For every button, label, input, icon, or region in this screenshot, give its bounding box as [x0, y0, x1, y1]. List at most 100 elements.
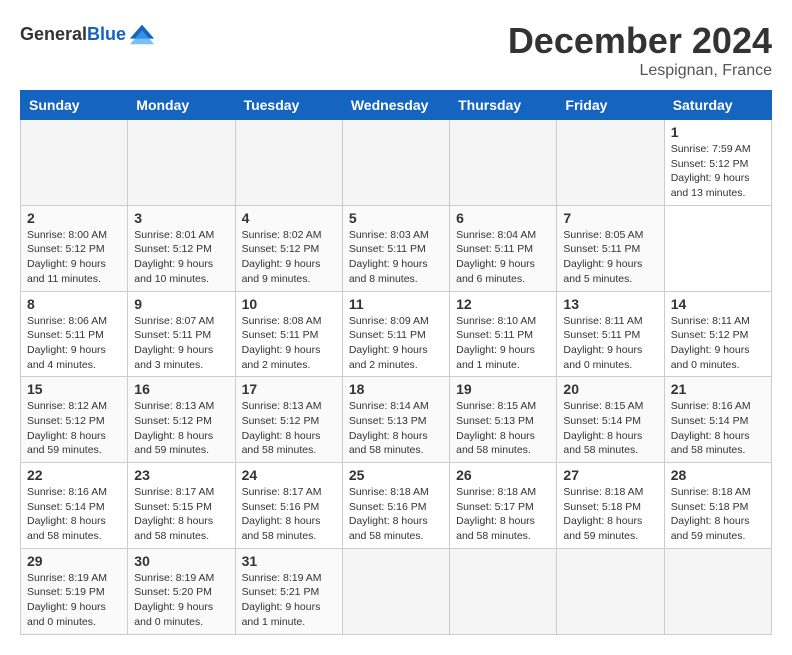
day-number: 1 — [671, 124, 765, 140]
day-of-week-header: Tuesday — [235, 91, 342, 120]
day-info: Sunrise: 8:10 AMSunset: 5:11 PMDaylight:… — [456, 314, 550, 373]
day-number: 21 — [671, 381, 765, 397]
day-info: Sunrise: 8:01 AMSunset: 5:12 PMDaylight:… — [134, 228, 228, 287]
calendar-day-cell: 26Sunrise: 8:18 AMSunset: 5:17 PMDayligh… — [450, 463, 557, 549]
logo-blue-text: Blue — [87, 24, 126, 44]
day-number: 26 — [456, 467, 550, 483]
day-number: 20 — [563, 381, 657, 397]
day-number: 31 — [242, 553, 336, 569]
day-number: 16 — [134, 381, 228, 397]
day-number: 3 — [134, 210, 228, 226]
calendar-day-cell: 14Sunrise: 8:11 AMSunset: 5:12 PMDayligh… — [664, 291, 771, 377]
day-number: 27 — [563, 467, 657, 483]
calendar-week-row: 15Sunrise: 8:12 AMSunset: 5:12 PMDayligh… — [21, 377, 772, 463]
day-info: Sunrise: 8:02 AMSunset: 5:12 PMDaylight:… — [242, 228, 336, 287]
day-info: Sunrise: 8:18 AMSunset: 5:18 PMDaylight:… — [563, 485, 657, 544]
day-number: 17 — [242, 381, 336, 397]
calendar-day-cell: 23 Sunrise: 8:17 AMSunset: 5:15 PMDayligh… — [128, 463, 235, 549]
day-info: Sunrise: 8:05 AMSunset: 5:11 PMDaylight:… — [563, 228, 657, 287]
calendar-week-row: 2Sunrise: 8:00 AMSunset: 5:12 PMDaylight… — [21, 205, 772, 291]
calendar-day-cell: 10 Sunrise: 8:08 AMSunset: 5:11 PMDayligh… — [235, 291, 342, 377]
day-info: Sunrise: 8:19 AMSunset: 5:20 PMDaylight:… — [134, 571, 228, 630]
calendar-day-cell: 16Sunrise: 8:13 AMSunset: 5:12 PMDayligh… — [128, 377, 235, 463]
day-number: 24 — [242, 467, 336, 483]
calendar-day-cell: 18Sunrise: 8:14 AMSunset: 5:13 PMDayligh… — [342, 377, 449, 463]
day-number: 10 — [242, 296, 336, 312]
day-info: Sunrise: 8:14 AMSunset: 5:13 PMDaylight:… — [349, 399, 443, 458]
calendar-day-cell: 8 Sunrise: 8:06 AMSunset: 5:11 PMDaylight… — [21, 291, 128, 377]
day-info: Sunrise: 8:00 AMSunset: 5:12 PMDaylight:… — [27, 228, 121, 287]
calendar-day-cell: 25 Sunrise: 8:18 AMSunset: 5:16 PMDayligh… — [342, 463, 449, 549]
calendar-day-cell: 12 Sunrise: 8:10 AMSunset: 5:11 PMDayligh… — [450, 291, 557, 377]
day-info: Sunrise: 8:12 AMSunset: 5:12 PMDaylight:… — [27, 399, 121, 458]
location: Lespignan, France — [508, 62, 772, 80]
day-info: Sunrise: 8:18 AMSunset: 5:16 PMDaylight:… — [349, 485, 443, 544]
calendar-day-cell: 1 Sunrise: 7:59 AMSunset: 5:12 PMDaylight… — [664, 120, 771, 206]
calendar-day-cell: 9Sunrise: 8:07 AMSunset: 5:11 PMDaylight… — [128, 291, 235, 377]
day-info: Sunrise: 8:09 AMSunset: 5:11 PMDaylight:… — [349, 314, 443, 373]
day-info: Sunrise: 8:08 AMSunset: 5:11 PMDaylight:… — [242, 314, 336, 373]
calendar-day-cell: 15Sunrise: 8:12 AMSunset: 5:12 PMDayligh… — [21, 377, 128, 463]
calendar-day-cell — [342, 120, 449, 206]
day-info: Sunrise: 8:15 AMSunset: 5:13 PMDaylight:… — [456, 399, 550, 458]
calendar-day-cell — [557, 548, 664, 634]
day-number: 12 — [456, 296, 550, 312]
day-of-week-header: Thursday — [450, 91, 557, 120]
calendar-day-cell: 21 Sunrise: 8:16 AMSunset: 5:14 PMDayligh… — [664, 377, 771, 463]
day-info: Sunrise: 8:06 AMSunset: 5:11 PMDaylight:… — [27, 314, 121, 373]
day-number: 25 — [349, 467, 443, 483]
calendar-day-cell — [342, 548, 449, 634]
day-number: 7 — [563, 210, 657, 226]
calendar-day-cell — [450, 548, 557, 634]
day-of-week-header: Wednesday — [342, 91, 449, 120]
day-number: 30 — [134, 553, 228, 569]
day-info: Sunrise: 8:17 AMSunset: 5:15 PMDaylight:… — [134, 485, 228, 544]
day-of-week-header: Friday — [557, 91, 664, 120]
calendar-week-row: 22Sunrise: 8:16 AMSunset: 5:14 PMDayligh… — [21, 463, 772, 549]
calendar-day-cell: 30 Sunrise: 8:19 AMSunset: 5:20 PMDayligh… — [128, 548, 235, 634]
calendar-day-cell: 27 Sunrise: 8:18 AMSunset: 5:18 PMDayligh… — [557, 463, 664, 549]
calendar-day-cell: 3 Sunrise: 8:01 AMSunset: 5:12 PMDaylight… — [128, 205, 235, 291]
day-info: Sunrise: 7:59 AMSunset: 5:12 PMDaylight:… — [671, 142, 765, 201]
calendar-day-cell: 6Sunrise: 8:04 AMSunset: 5:11 PMDaylight… — [450, 205, 557, 291]
day-of-week-header: Monday — [128, 91, 235, 120]
day-info: Sunrise: 8:03 AMSunset: 5:11 PMDaylight:… — [349, 228, 443, 287]
day-info: Sunrise: 8:19 AMSunset: 5:19 PMDaylight:… — [27, 571, 121, 630]
calendar-day-cell — [557, 120, 664, 206]
day-info: Sunrise: 8:11 AMSunset: 5:12 PMDaylight:… — [671, 314, 765, 373]
calendar-header-row: SundayMondayTuesdayWednesdayThursdayFrid… — [21, 91, 772, 120]
calendar-day-cell: 19Sunrise: 8:15 AMSunset: 5:13 PMDayligh… — [450, 377, 557, 463]
calendar-day-cell: 13 Sunrise: 8:11 AMSunset: 5:11 PMDayligh… — [557, 291, 664, 377]
calendar-day-cell: 20 Sunrise: 8:15 AMSunset: 5:14 PMDayligh… — [557, 377, 664, 463]
day-number: 23 — [134, 467, 228, 483]
calendar-day-cell: 24 Sunrise: 8:17 AMSunset: 5:16 PMDayligh… — [235, 463, 342, 549]
day-info: Sunrise: 8:04 AMSunset: 5:11 PMDaylight:… — [456, 228, 550, 287]
calendar-day-cell: 31 Sunrise: 8:19 AMSunset: 5:21 PMDayligh… — [235, 548, 342, 634]
calendar-week-row: 1 Sunrise: 7:59 AMSunset: 5:12 PMDaylight… — [21, 120, 772, 206]
day-number: 13 — [563, 296, 657, 312]
logo: GeneralBlue — [20, 20, 156, 48]
calendar-day-cell: 11Sunrise: 8:09 AMSunset: 5:11 PMDayligh… — [342, 291, 449, 377]
title-block: December 2024 Lespignan, France — [508, 20, 772, 80]
calendar-day-cell: 22Sunrise: 8:16 AMSunset: 5:14 PMDayligh… — [21, 463, 128, 549]
day-info: Sunrise: 8:17 AMSunset: 5:16 PMDaylight:… — [242, 485, 336, 544]
day-info: Sunrise: 8:19 AMSunset: 5:21 PMDaylight:… — [242, 571, 336, 630]
day-number: 22 — [27, 467, 121, 483]
calendar-day-cell: 28Sunrise: 8:18 AMSunset: 5:18 PMDayligh… — [664, 463, 771, 549]
day-info: Sunrise: 8:18 AMSunset: 5:18 PMDaylight:… — [671, 485, 765, 544]
calendar-week-row: 8 Sunrise: 8:06 AMSunset: 5:11 PMDaylight… — [21, 291, 772, 377]
calendar-day-cell — [21, 120, 128, 206]
day-of-week-header: Saturday — [664, 91, 771, 120]
day-info: Sunrise: 8:11 AMSunset: 5:11 PMDaylight:… — [563, 314, 657, 373]
day-info: Sunrise: 8:13 AMSunset: 5:12 PMDaylight:… — [242, 399, 336, 458]
day-info: Sunrise: 8:15 AMSunset: 5:14 PMDaylight:… — [563, 399, 657, 458]
day-info: Sunrise: 8:16 AMSunset: 5:14 PMDaylight:… — [671, 399, 765, 458]
day-number: 9 — [134, 296, 228, 312]
page-header: GeneralBlue December 2024 Lespignan, Fra… — [20, 20, 772, 80]
month-title: December 2024 — [508, 20, 772, 62]
calendar-day-cell — [235, 120, 342, 206]
calendar-day-cell: 17 Sunrise: 8:13 AMSunset: 5:12 PMDayligh… — [235, 377, 342, 463]
day-of-week-header: Sunday — [21, 91, 128, 120]
day-number: 8 — [27, 296, 121, 312]
calendar-day-cell — [450, 120, 557, 206]
